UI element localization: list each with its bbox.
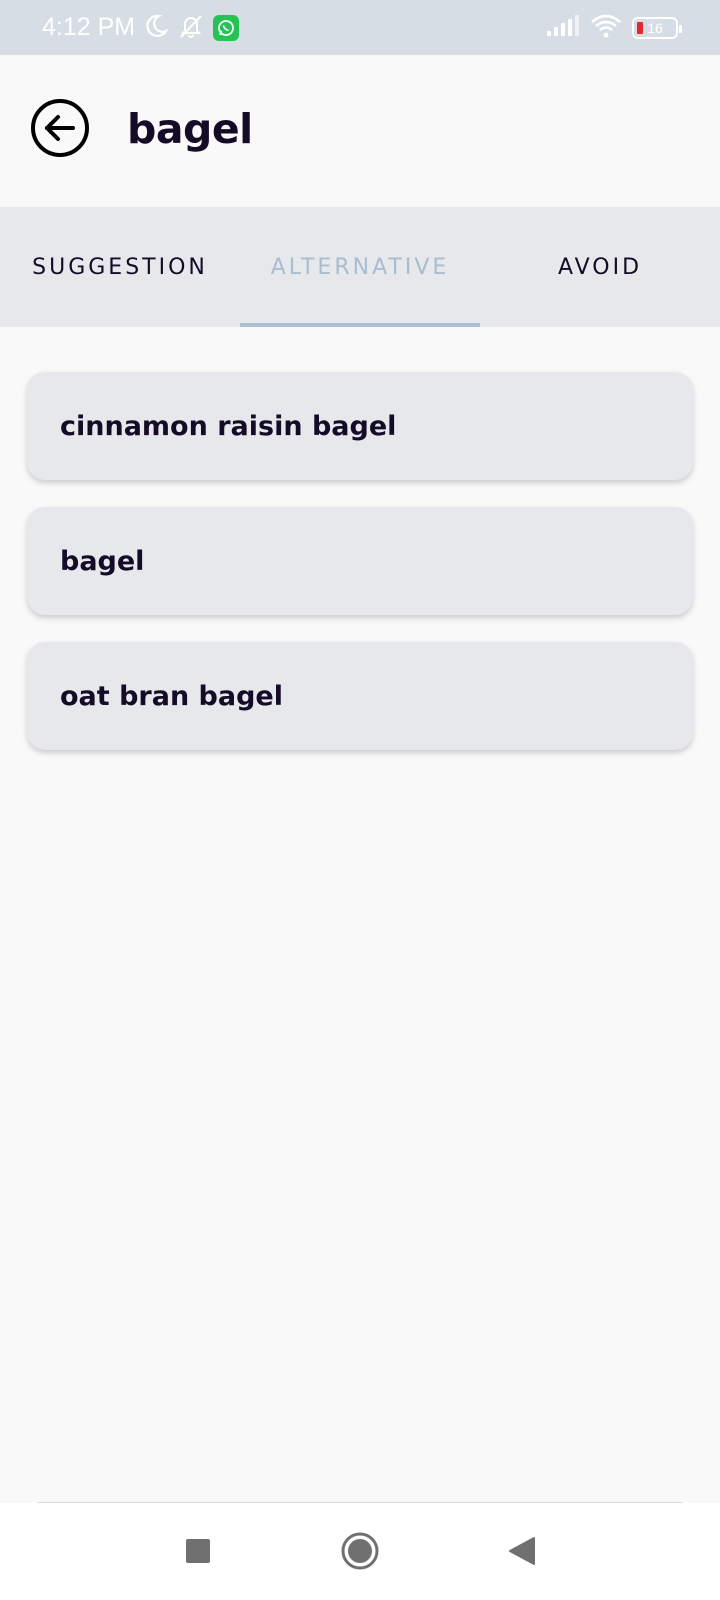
list-item[interactable]: oat bran bagel <box>27 642 693 750</box>
tab-label: SUGGESTION <box>32 254 208 280</box>
recents-button[interactable] <box>176 1531 220 1575</box>
tab-suggestion[interactable]: SUGGESTION <box>0 207 240 327</box>
tab-bar: SUGGESTION ALTERNATIVE AVOID <box>0 207 720 327</box>
home-button[interactable] <box>338 1531 382 1575</box>
tab-alternative[interactable]: ALTERNATIVE <box>240 207 480 327</box>
list-item-label: bagel <box>60 545 145 577</box>
food-list: cinnamon raisin bagel bagel oat bran bag… <box>27 372 693 777</box>
whatsapp-icon <box>213 14 240 41</box>
system-nav-bar <box>0 1503 720 1600</box>
battery-level-fill <box>637 21 643 34</box>
battery-level-text: 16 <box>647 19 663 36</box>
tab-avoid[interactable]: AVOID <box>480 207 720 327</box>
moon-icon <box>143 13 169 43</box>
app-header: bagel <box>0 55 720 207</box>
status-time: 4:12 PM <box>42 13 136 41</box>
tab-label: AVOID <box>557 254 643 280</box>
arrow-left-circle-icon <box>30 98 90 162</box>
back-triangle-icon <box>508 1536 536 1570</box>
list-item[interactable]: cinnamon raisin bagel <box>27 372 693 480</box>
list-item[interactable]: bagel <box>27 507 693 615</box>
back-nav-button[interactable] <box>500 1531 544 1575</box>
battery-icon: 16 <box>632 16 682 39</box>
status-bar: 4:12 PM 16 <box>0 0 720 55</box>
back-button[interactable] <box>30 98 90 162</box>
tab-label: ALTERNATIVE <box>270 254 450 280</box>
wifi-icon <box>590 14 622 42</box>
page-title: bagel <box>127 105 253 153</box>
bell-off-icon <box>177 12 205 44</box>
signal-icon <box>546 14 580 41</box>
home-circle-icon <box>340 1531 380 1575</box>
status-right: 16 <box>546 14 682 42</box>
active-tab-indicator <box>240 323 480 327</box>
list-item-label: cinnamon raisin bagel <box>60 410 397 442</box>
status-left: 4:12 PM <box>42 12 240 44</box>
recents-square-icon <box>185 1538 211 1568</box>
list-item-label: oat bran bagel <box>60 680 284 712</box>
